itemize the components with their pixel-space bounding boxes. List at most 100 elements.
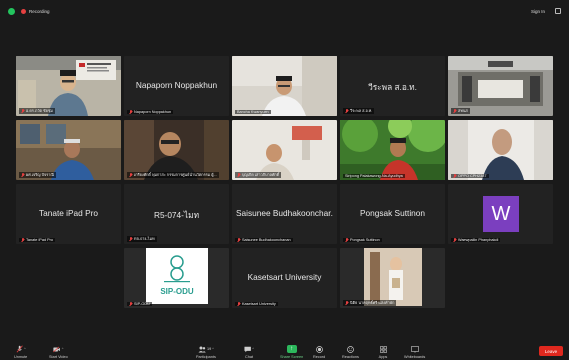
mic-muted-icon xyxy=(129,302,132,306)
participant-name-label: Napaporn Noppakhun xyxy=(127,110,174,114)
empty-slot xyxy=(448,248,553,308)
participant-video xyxy=(232,56,337,116)
participant-display-name: Napaporn Noppakhun xyxy=(135,80,218,90)
mic-muted-icon xyxy=(453,109,456,113)
participant-display-name: Kasetsart University xyxy=(247,272,322,282)
whiteboards-button[interactable]: Whiteboards xyxy=(404,345,425,359)
mic-muted-icon xyxy=(129,237,132,241)
participant-video xyxy=(232,120,337,180)
zoom-meeting-window: Recording Sign In อ.ดร.ภวัต ชัยชุ่ม Napa… xyxy=(0,0,569,360)
participant-tile[interactable]: Saisunee Budhakoonchar... Saisunee Budha… xyxy=(232,184,337,244)
whiteboard-icon xyxy=(410,345,420,353)
mic-muted-icon xyxy=(453,174,456,178)
participant-tile[interactable]: เกรียงศักดิ์ พุ่มกาสะ กรรมการศูนย์นำนวัต… xyxy=(124,120,229,180)
participant-video xyxy=(124,120,229,180)
participant-tile[interactable]: นิติธ นาคฤทธิ์ศรี แสงคำพัก xyxy=(340,248,445,308)
participant-name-label: R5-074-ไมท xyxy=(127,236,157,242)
participant-name-label: ผศ.เจริญ ปัจราณี xyxy=(19,172,56,178)
participant-display-name: Tanate iPad Pro xyxy=(38,208,99,218)
chat-icon: ^ xyxy=(244,345,254,353)
sign-in-link[interactable]: Sign In xyxy=(531,9,545,14)
participant-tile[interactable]: OPPO CPH2387 xyxy=(448,120,553,180)
participant-tile[interactable]: ผศ.เจริญ ปัจราณี xyxy=(16,120,121,180)
mic-muted-icon xyxy=(237,173,240,177)
reactions-button[interactable]: Reactions xyxy=(342,345,359,359)
participant-video xyxy=(340,248,445,308)
participant-tile[interactable]: W Waewpailin Phanphakdi xyxy=(448,184,553,244)
participant-video xyxy=(16,56,121,116)
mic-muted-icon xyxy=(453,238,456,242)
participant-name-label: Tanate iPad Pro xyxy=(19,238,56,242)
participant-avatar: W xyxy=(483,196,519,232)
mic-muted-icon xyxy=(129,173,132,177)
chat-button[interactable]: ^ Chat xyxy=(244,345,254,359)
recording-dot-icon xyxy=(21,8,26,14)
share-screen-button[interactable]: ↑ Share Screen xyxy=(280,345,303,359)
top-bar: Recording Sign In xyxy=(0,0,569,22)
share-screen-icon: ↑ xyxy=(286,345,297,353)
mic-muted-icon xyxy=(21,173,24,177)
participant-name-label: Pongsak Suttinon xyxy=(343,238,382,242)
participant-tile[interactable]: สทนส xyxy=(448,56,553,116)
mic-muted-icon xyxy=(345,238,348,242)
mic-muted-icon xyxy=(237,302,240,306)
participants-button[interactable]: 19 ^ Participants xyxy=(196,345,216,359)
mic-off-icon: ^ xyxy=(16,345,26,353)
participant-tile[interactable]: SIP-ODU SIP-ODU xyxy=(124,248,229,308)
empty-slot xyxy=(16,248,121,308)
participant-name-label: บุญเกิด เสาวภิบาลศักดิ์ xyxy=(235,172,282,178)
participant-name-label: นิติธ นาคฤทธิ์ศรี แสงคำพัก xyxy=(343,300,397,306)
participants-count: 19 xyxy=(206,347,212,351)
participant-tile[interactable]: Kasetsart University Kasetsart Universit… xyxy=(232,248,337,308)
mic-muted-icon xyxy=(21,109,24,113)
participant-name-label: เกรียงศักดิ์ พุ่มกาสะ กรรมการศูนย์นำนวัต… xyxy=(127,172,219,178)
view-icon[interactable] xyxy=(555,8,561,14)
participant-tile[interactable]: Tanate iPad Pro Tanate iPad Pro xyxy=(16,184,121,244)
apps-icon xyxy=(378,345,388,353)
participant-name-label: SIP-ODU xyxy=(127,302,152,306)
mic-muted-icon xyxy=(129,110,132,114)
participant-display-name: R5-074-ไมท xyxy=(153,210,200,220)
participant-tile[interactable]: Pongsak Suttinon Pongsak Suttinon xyxy=(340,184,445,244)
participant-video xyxy=(124,248,229,308)
leave-button[interactable]: Leave xyxy=(539,346,563,356)
participant-tile[interactable]: บุญเกิด เสาวภิบาลศักดิ์ xyxy=(232,120,337,180)
unmute-button[interactable]: ^ Unmute xyxy=(14,345,27,359)
participant-display-name: Saisunee Budhakoonchar... xyxy=(236,208,333,218)
mic-muted-icon xyxy=(21,238,24,242)
participant-display-name: วีระพล ส.อ.ท. xyxy=(368,82,417,92)
security-shield-icon[interactable] xyxy=(8,7,15,15)
participant-video xyxy=(16,120,121,180)
participant-tile[interactable]: R5-074-ไมท R5-074-ไมท xyxy=(124,184,229,244)
gallery-view: อ.ดร.ภวัต ชัยชุ่ม Napaporn Noppakhun Nap… xyxy=(16,56,554,308)
participant-video xyxy=(448,56,553,116)
participant-name-label: Bancha Kwanyuen xyxy=(235,110,271,114)
participants-icon: 19 ^ xyxy=(197,345,215,353)
apps-button[interactable]: Apps xyxy=(378,345,388,359)
mic-muted-icon xyxy=(237,238,240,242)
recording-label: Recording xyxy=(29,8,50,14)
participant-name-label: Saisunee Budhakoonchanan xyxy=(235,238,293,242)
meeting-toolbar: ^ Unmute ^ Start Video 19 ^ Participants … xyxy=(0,338,569,360)
participant-display-name: Pongsak Suttinon xyxy=(359,208,426,218)
record-button[interactable]: Record xyxy=(313,345,325,359)
participant-name-label: Siripong Palakawong-Na-Ayudhya xyxy=(343,174,405,178)
participant-name-label: OPPO CPH2387 xyxy=(451,174,489,178)
participant-name-label: อ.ดร.ภวัต ชัยชุ่ม xyxy=(19,108,55,114)
participant-tile-active-speaker[interactable]: Siripong Palakawong-Na-Ayudhya xyxy=(340,120,445,180)
participant-tile[interactable]: อ.ดร.ภวัต ชัยชุ่ม xyxy=(16,56,121,116)
participant-tile[interactable]: Napaporn Noppakhun Napaporn Noppakhun xyxy=(124,56,229,116)
reactions-icon xyxy=(345,345,355,353)
sip-odu-logo-text: SIP-ODU xyxy=(160,287,194,296)
participant-tile[interactable]: วีระพล ส.อ.ท. วีระพล ส.อ.ท. xyxy=(340,56,445,116)
participant-name-label: Waewpailin Phanphakdi xyxy=(451,238,501,242)
participant-name-label: สทนส xyxy=(451,108,470,114)
video-off-icon: ^ xyxy=(53,345,63,353)
mic-muted-icon xyxy=(345,109,348,113)
mic-muted-icon xyxy=(345,301,348,305)
start-video-button[interactable]: ^ Start Video xyxy=(49,345,68,359)
participant-video xyxy=(340,120,445,180)
participant-video xyxy=(448,120,553,180)
participant-name-label: วีระพล ส.อ.ท. xyxy=(343,108,375,114)
participant-tile[interactable]: Bancha Kwanyuen xyxy=(232,56,337,116)
